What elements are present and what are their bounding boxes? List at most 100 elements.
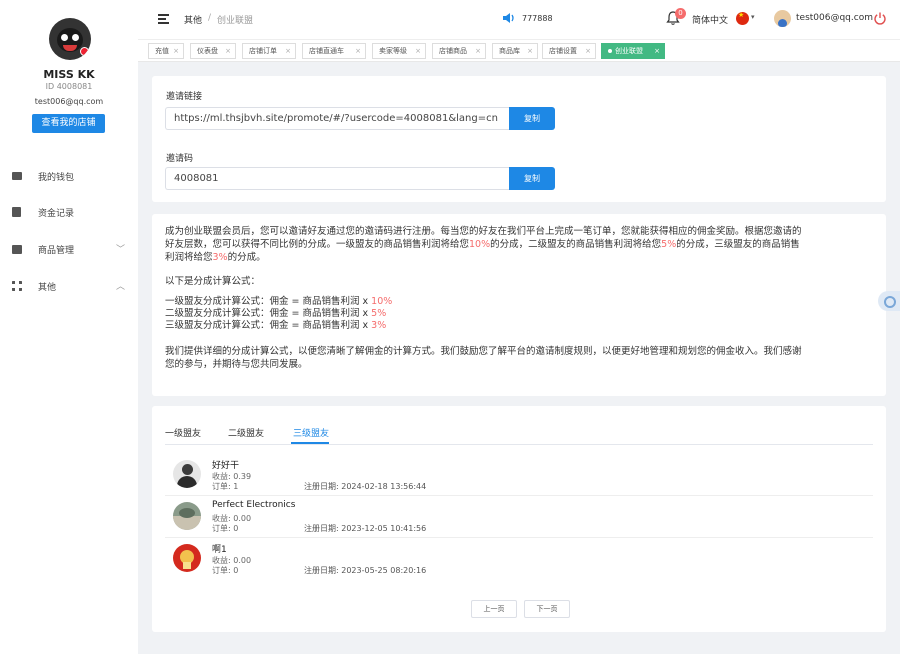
intro-line: 利润将给您: [165, 252, 213, 263]
caret-down-icon[interactable]: ▾: [751, 13, 755, 21]
tag-store-orders[interactable]: 店铺订单 ×: [242, 43, 296, 59]
alliance-intro-card: 成为创业联盟会员后，您可以邀请好友通过您的邀请码进行注册。每当您的好友在我们平台…: [152, 214, 886, 396]
language-select[interactable]: 简体中文: [692, 13, 728, 26]
tag-recharge[interactable]: 充值 ×: [148, 43, 184, 59]
tag-label: 商品库: [499, 47, 520, 55]
member-orders: 订单: 0: [212, 524, 239, 533]
tab-level1[interactable]: 一级盟友: [165, 426, 201, 439]
copy-code-button[interactable]: 复制: [509, 167, 555, 190]
user-name: MISS KK: [43, 68, 95, 81]
intro-line: 的分成。: [227, 252, 266, 263]
close-icon[interactable]: ×: [225, 44, 231, 58]
sidebar-item-wallet[interactable]: 我的钱包: [0, 166, 138, 188]
closing-paragraph: 我们提供详细的分成计算公式，以便您清晰了解佣金的计算方式。我们鼓励您了解平台的邀…: [165, 345, 877, 371]
rate-level3: 3%: [212, 252, 228, 263]
member-register-date: 注册日期: 2024-02-18 13:56:44: [304, 482, 427, 491]
close-icon[interactable]: ×: [654, 44, 660, 58]
member-avatar: [173, 460, 201, 488]
list-item[interactable]: 好好干 收益: 0.39 订单: 1 注册日期: 2024-02-18 13:5…: [165, 456, 873, 496]
member-register-date: 注册日期: 2023-12-05 10:41:56: [304, 524, 427, 533]
formula-rate: 3%: [371, 320, 387, 331]
header-avatar[interactable]: [774, 10, 791, 27]
sidebar-item-label: 商品管理: [38, 246, 75, 256]
tag-label: 充值: [155, 47, 169, 55]
tag-store-settings[interactable]: 店铺设置 ×: [542, 43, 596, 59]
member-avatar: [173, 544, 201, 572]
member-avatar: [173, 502, 201, 530]
intro-line: 的分成，三级盟友的商品销售: [676, 239, 800, 250]
menu-fold-icon[interactable]: [158, 14, 169, 24]
announcement-number: 777888: [522, 14, 553, 23]
close-icon[interactable]: ×: [285, 44, 291, 58]
rate-level1: 10%: [469, 239, 491, 250]
grid-icon: [12, 281, 22, 291]
formula-title: 以下是分成计算公式：: [165, 276, 261, 287]
invite-link-input[interactable]: [165, 107, 509, 130]
tag-label: 创业联盟: [615, 47, 643, 55]
sidebar-item-funds[interactable]: 资金记录: [0, 202, 138, 224]
members-card: 一级盟友 二级盟友 三级盟友 好好干 收益: 0.39 订单: 1 注册日期: …: [152, 406, 886, 632]
member-name: 好好干: [212, 461, 240, 471]
avatar: [49, 18, 91, 60]
file-icon: [12, 207, 21, 217]
tag-startup-alliance[interactable]: 创业联盟 ×: [601, 43, 665, 59]
invite-link-label: 邀请链接: [166, 92, 203, 102]
account-email[interactable]: test006@qq.com: [796, 13, 873, 23]
sidebar-item-label: 资金记录: [38, 209, 75, 219]
tag-label: 店铺直通车: [309, 47, 344, 55]
breadcrumb-separator: /: [208, 13, 212, 23]
sidebar-item-label: 其他: [38, 283, 57, 293]
list-item[interactable]: 啊1 收益: 0.00 订单: 0 注册日期: 2023-05-25 08:20…: [165, 540, 873, 580]
sidebar-item-label: 我的钱包: [38, 173, 75, 183]
tabs-divider: [165, 444, 873, 445]
next-page-button[interactable]: 下一页: [524, 600, 570, 618]
briefcase-icon: [12, 245, 22, 254]
member-register-date: 注册日期: 2023-05-25 08:20:16: [304, 566, 427, 575]
tab-level3[interactable]: 三级盟友: [293, 426, 329, 439]
close-icon[interactable]: ×: [415, 44, 421, 58]
intro-line: 好友层数，您可以获得不同比例的分成。一级盟友的商品销售利润将给您: [165, 239, 470, 250]
tag-product-library[interactable]: 商品库 ×: [492, 43, 538, 59]
tag-store-express[interactable]: 店铺直通车 ×: [302, 43, 366, 59]
intro-line: 的分成，二级盟友的商品销售利润将给您: [490, 239, 662, 250]
member-name: Perfect Electronics: [212, 500, 296, 510]
close-icon[interactable]: ×: [585, 44, 591, 58]
close-icon[interactable]: ×: [527, 44, 533, 58]
tag-label: 店铺商品: [439, 47, 467, 55]
sidebar-item-products[interactable]: 商品管理 ﹀: [0, 239, 138, 261]
logout-icon[interactable]: [873, 11, 887, 25]
breadcrumb-root[interactable]: 其他: [184, 13, 202, 26]
notification-bell[interactable]: 0: [666, 8, 686, 28]
formula-rate: 10%: [371, 296, 393, 307]
close-icon[interactable]: ×: [355, 44, 361, 58]
copy-link-button[interactable]: 复制: [509, 107, 555, 130]
formula-rate: 5%: [371, 308, 387, 319]
china-flag-icon[interactable]: [736, 11, 749, 25]
closing-line: 我们提供详细的分成计算公式，以便您清晰了解佣金的计算方式。我们鼓励您了解平台的邀…: [165, 346, 802, 357]
wallet-icon: [12, 172, 22, 180]
chevron-down-icon: ﹀: [116, 245, 126, 255]
tag-label: 卖家等级: [379, 47, 407, 55]
rate-level2: 5%: [661, 239, 677, 250]
settings-float-icon[interactable]: [878, 291, 900, 311]
member-orders: 订单: 1: [212, 482, 239, 491]
prev-page-button[interactable]: 上一页: [471, 600, 517, 618]
tab-level2[interactable]: 二级盟友: [228, 426, 264, 439]
invite-code-input[interactable]: [165, 167, 509, 190]
close-icon[interactable]: ×: [475, 44, 481, 58]
tag-label: 店铺订单: [249, 47, 277, 55]
tag-label: 仪表盘: [197, 47, 218, 55]
formula-text: 一级盟友分成计算公式：佣金 = 商品销售利润 x: [165, 296, 372, 307]
chevron-up-icon: ︿: [116, 282, 126, 292]
list-item[interactable]: Perfect Electronics 收益: 0.00 订单: 0 注册日期:…: [165, 498, 873, 538]
tag-seller-level[interactable]: 卖家等级 ×: [372, 43, 426, 59]
sidebar-item-other[interactable]: 其他 ︿: [0, 276, 138, 298]
view-store-button[interactable]: 查看我的店铺: [32, 114, 105, 133]
member-orders: 订单: 0: [212, 566, 239, 575]
top-header: 其他 / 创业联盟 777888 0 简体中文 ▾ test006@qq.com: [138, 0, 900, 40]
invite-code-label: 邀请码: [166, 154, 194, 164]
intro-line: 成为创业联盟会员后，您可以邀请好友通过您的邀请码进行注册。每当您的好友在我们平台…: [165, 226, 802, 237]
tag-store-products[interactable]: 店铺商品 ×: [432, 43, 486, 59]
close-icon[interactable]: ×: [173, 44, 179, 58]
tag-dashboard[interactable]: 仪表盘 ×: [190, 43, 236, 59]
